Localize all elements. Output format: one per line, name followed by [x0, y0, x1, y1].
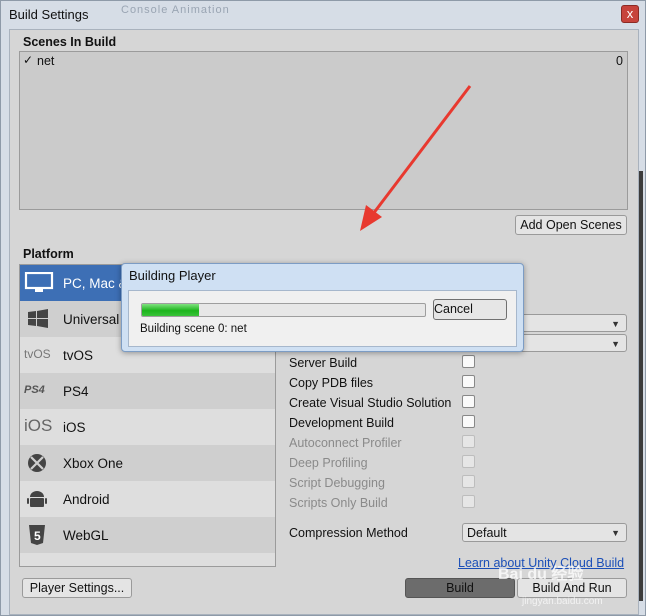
create-vs-solution-label: Create Visual Studio Solution: [289, 396, 452, 410]
ios-icon: iOS: [24, 416, 53, 435]
compression-method-value: Default: [467, 526, 507, 540]
chevron-down-icon: ▼: [611, 319, 620, 329]
create-vs-solution-checkbox[interactable]: [462, 395, 475, 408]
platform-item-ios[interactable]: iOS iOS: [20, 409, 275, 445]
dialog-body: Cancel Building scene 0: net: [128, 290, 517, 347]
player-settings-button[interactable]: Player Settings...: [22, 578, 132, 598]
platform-item-ps4[interactable]: PS4 PS4: [20, 373, 275, 409]
platform-label: WebGL: [63, 528, 109, 543]
close-icon: x: [626, 6, 634, 21]
title-bar[interactable]: Build Settings Console Animation x: [1, 1, 645, 29]
development-build-checkbox[interactable]: [462, 415, 475, 428]
tvos-icon: tvOS: [24, 347, 51, 361]
background-tabs: Console Animation: [121, 4, 230, 16]
build-progress-bar: [141, 303, 426, 317]
cancel-button[interactable]: Cancel: [433, 299, 507, 320]
scene-checkbox[interactable]: ✓: [23, 53, 33, 67]
watermark-url: jingyan.baidu.com: [522, 596, 603, 607]
platform-title: Platform: [23, 247, 74, 261]
windows-icon: [28, 309, 48, 328]
ps4-icon: PS4: [24, 384, 45, 396]
watermark-logo: Bai du 经验: [498, 566, 584, 583]
xbox-icon: [28, 454, 46, 472]
chevron-down-icon: ▼: [611, 528, 620, 538]
platform-label: iOS: [63, 420, 86, 435]
html5-icon-text: 5: [34, 529, 41, 543]
platform-label: tvOS: [63, 348, 94, 363]
compression-method-dropdown[interactable]: Default ▼: [462, 523, 627, 542]
build-progress-fill: [142, 304, 199, 316]
scenes-in-build-title: Scenes In Build: [23, 35, 117, 49]
scripts-only-build-label: Scripts Only Build: [289, 496, 388, 510]
platform-item-android[interactable]: Android: [20, 481, 275, 517]
scripts-only-build-checkbox: [462, 495, 475, 508]
build-status-text: Building scene 0: net: [140, 323, 247, 335]
server-build-checkbox[interactable]: [462, 355, 475, 368]
platform-label: Xbox One: [63, 456, 124, 471]
scene-name: net: [37, 54, 55, 68]
compression-method-label: Compression Method: [289, 526, 408, 540]
chevron-down-icon: ▼: [611, 339, 620, 349]
dialog-title: Building Player: [129, 268, 216, 283]
monitor-icon: [24, 272, 54, 292]
list-item[interactable]: ✓ net 0: [20, 52, 627, 70]
add-open-scenes-button[interactable]: Add Open Scenes: [515, 215, 627, 235]
script-debugging-label: Script Debugging: [289, 476, 385, 490]
autoconnect-profiler-label: Autoconnect Profiler: [289, 436, 402, 450]
window-title: Build Settings: [9, 7, 89, 22]
server-build-label: Server Build: [289, 356, 358, 370]
copy-pdb-label: Copy PDB files: [289, 376, 374, 390]
platform-item-webgl[interactable]: 5 WebGL: [20, 517, 275, 553]
platform-label: Android: [63, 492, 110, 507]
script-debugging-checkbox: [462, 475, 475, 488]
close-button[interactable]: x: [621, 5, 639, 23]
deep-profiling-label: Deep Profiling: [289, 456, 368, 470]
deep-profiling-checkbox: [462, 455, 475, 468]
building-player-dialog: Building Player Cancel Building scene 0:…: [121, 263, 524, 352]
android-icon: [27, 491, 47, 507]
platform-item-xbox-one[interactable]: Xbox One: [20, 445, 275, 481]
scrollbar[interactable]: [639, 171, 643, 601]
platform-label: PS4: [63, 384, 89, 399]
scenes-list[interactable]: ✓ net 0: [19, 51, 628, 210]
development-build-label: Development Build: [289, 416, 394, 430]
scene-index: 0: [616, 54, 623, 68]
autoconnect-profiler-checkbox: [462, 435, 475, 448]
copy-pdb-checkbox[interactable]: [462, 375, 475, 388]
